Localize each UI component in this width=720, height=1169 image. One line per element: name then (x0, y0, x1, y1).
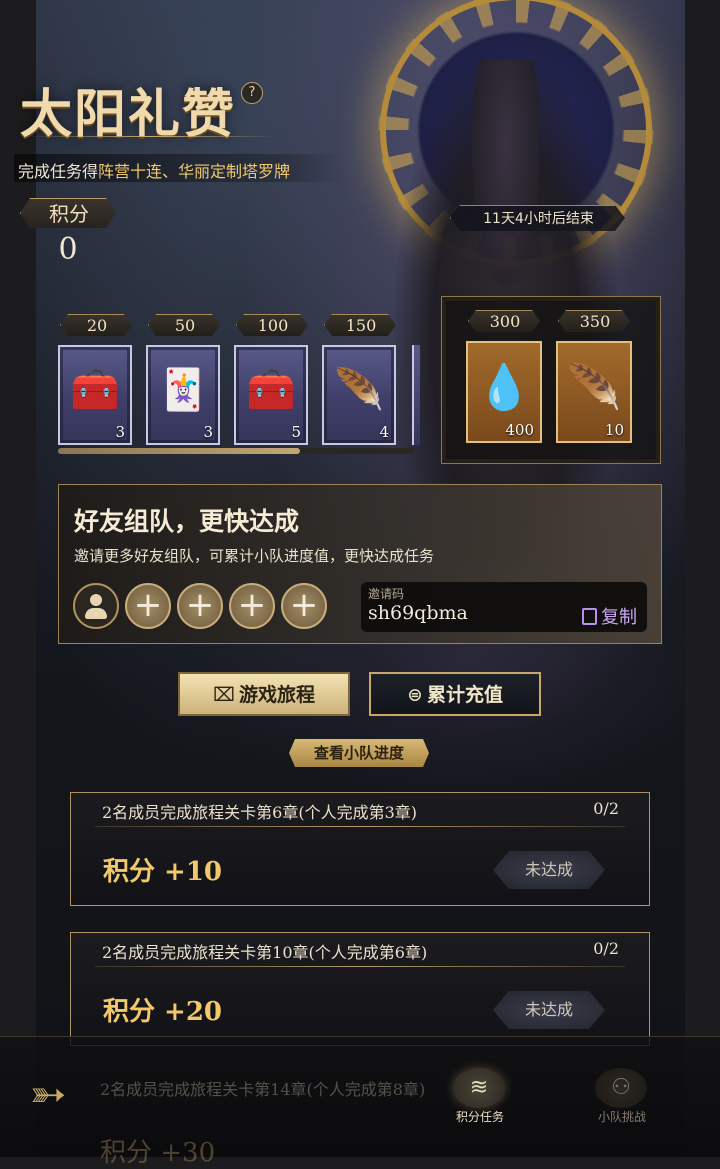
coin-search-icon: ⊜ (407, 684, 423, 706)
grand-reward-card[interactable]: 🪶 10 (556, 341, 632, 443)
copy-icon (582, 608, 597, 625)
task-title-obscured: 2名成员完成旅程关卡第14章(个人完成第8章) (100, 1080, 426, 1099)
task-points-obscured: 积分 +30 (100, 1138, 216, 1168)
journey-button[interactable]: ⌧ 游戏旅程 (178, 672, 350, 716)
coin-stack-icon: ≋ (453, 1068, 505, 1108)
map-icon: ⌧ (213, 684, 235, 706)
task-status-button[interactable]: 未达成 (493, 851, 605, 889)
user-icon (90, 594, 102, 606)
invite-code-label: 邀请码 (368, 587, 405, 601)
reward-card[interactable]: 🧰 3 (58, 345, 132, 445)
treasure-chest-icon: 🧰 (246, 367, 296, 413)
team-icon: ⚇ (595, 1068, 647, 1108)
tier-threshold: 150 (324, 314, 396, 336)
reward-count: 3 (203, 423, 213, 441)
tier-threshold: 50 (148, 314, 220, 336)
reward-count: 4 (379, 423, 389, 441)
reward-count: 5 (291, 423, 301, 441)
task-points: 积分 +20 (103, 997, 223, 1027)
task-card: 2名成员完成旅程关卡第6章(个人完成第3章) 0/2 积分 +10 未达成 (70, 792, 650, 906)
task-divider (95, 826, 625, 827)
task-title: 2名成员完成旅程关卡第10章(个人完成第6章) (102, 943, 428, 962)
reward-card[interactable]: 🧰 5 (234, 345, 308, 445)
team-title: 好友组队，更快达成 (74, 507, 300, 536)
task-divider (95, 966, 625, 967)
copy-button[interactable]: 复制 (582, 603, 637, 629)
event-subtitle: 完成任务得阵营十连、华丽定制塔罗牌 (18, 158, 290, 182)
task-progress: 0/2 (593, 799, 619, 818)
feather-icon: 🪶 (334, 367, 384, 413)
add-member-button[interactable]: + (125, 583, 171, 629)
question-icon[interactable]: ? (241, 82, 263, 104)
task-progress: 0/2 (593, 939, 619, 958)
add-member-button[interactable]: + (229, 583, 275, 629)
subtitle-prefix: 完成任务得 (18, 162, 99, 181)
reward-card[interactable]: 🃏 3 (146, 345, 220, 445)
reward-count: 3 (115, 423, 125, 441)
task-status-button[interactable]: 未达成 (493, 991, 605, 1029)
add-member-button[interactable]: + (281, 583, 327, 629)
recharge-button[interactable]: ⊜ 累计充值 (369, 672, 541, 716)
tier-threshold: 100 (236, 314, 308, 336)
golden-feather-icon: 🪶 (566, 362, 622, 413)
subtitle-highlight: 阵营十连、华丽定制塔罗牌 (98, 162, 291, 181)
tab-label: 积分任务 (455, 1110, 504, 1124)
tab-label: 小队挑战 (597, 1110, 646, 1124)
tarot-card-icon: 🃏 (158, 367, 208, 413)
grand-reward-card[interactable]: 💧 400 (466, 341, 542, 443)
score-value: 0 (58, 232, 78, 267)
task-title: 2名成员完成旅程关卡第6章(个人完成第3章) (102, 803, 418, 822)
team-progress-button[interactable]: 查看小队进度 (289, 739, 429, 767)
add-member-button[interactable]: + (177, 583, 223, 629)
title-ornament (26, 136, 276, 137)
invite-code-value: sh69qbma (368, 602, 468, 624)
reward-count: 400 (505, 421, 534, 439)
back-arrow-icon[interactable]: ➳ (20, 1070, 76, 1120)
journey-label: 游戏旅程 (238, 684, 315, 706)
tier-threshold: 20 (60, 314, 132, 336)
recharge-label: 累计充值 (426, 684, 503, 706)
crystal-icon: 💧 (476, 362, 532, 413)
tier-threshold: 300 (468, 310, 540, 332)
user-icon-body (85, 608, 107, 619)
avatar[interactable] (73, 583, 119, 629)
treasure-chest-icon: 🧰 (70, 367, 120, 413)
reward-count: 10 (604, 421, 624, 439)
reward-progress-fill (58, 448, 300, 454)
copy-label: 复制 (601, 607, 637, 628)
event-countdown: 11天4小时后结束 (450, 205, 625, 231)
score-label: 积分 (20, 198, 116, 228)
reward-card[interactable]: 🪶 4 (322, 345, 396, 445)
reward-card-partial[interactable] (412, 345, 420, 445)
task-points: 积分 +10 (103, 857, 223, 887)
task-card: 2名成员完成旅程关卡第10章(个人完成第6章) 0/2 积分 +20 未达成 (70, 932, 650, 1046)
tier-threshold: 350 (558, 310, 630, 332)
team-description: 邀请更多好友组队，可累计小队进度值，更快达成任务 (74, 547, 435, 565)
